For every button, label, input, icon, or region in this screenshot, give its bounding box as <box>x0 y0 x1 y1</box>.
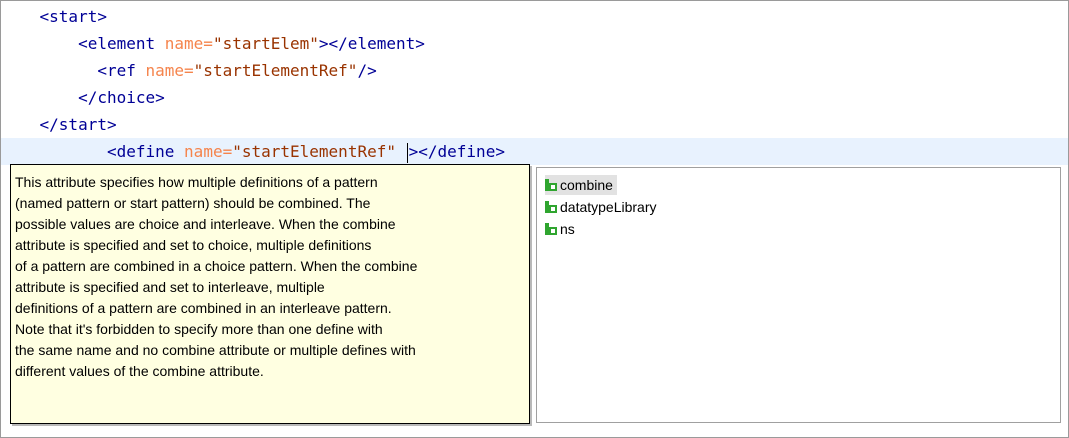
xml-attribute-name: name= <box>164 34 213 53</box>
xml-tag: <start> <box>39 7 107 26</box>
attribute-icon <box>545 201 557 213</box>
xml-tag: /> <box>357 61 377 80</box>
tooltip-text: different values of the combine attribut… <box>15 363 264 379</box>
code-line: </start> <box>1 111 1068 138</box>
code-line: <element name="startElem"></element> <box>1 30 1068 57</box>
xml-editor[interactable]: <start> <element name="startElem"></elem… <box>0 0 1069 438</box>
proposal-datatypelibrary[interactable]: datatypeLibrary <box>545 197 661 217</box>
xml-tag: <element <box>78 34 156 53</box>
xml-tag: <ref <box>97 61 136 80</box>
tooltip-text: the same name and no combine attribute o… <box>15 342 416 358</box>
proposal-ns[interactable]: ns <box>545 219 579 239</box>
xml-attribute-value: "startElem" <box>212 34 319 53</box>
xml-tag: </start> <box>39 115 117 134</box>
code-line: <ref name="startElementRef"/> <box>1 57 1068 84</box>
tooltip-text: attribute is specified and set to choice… <box>15 237 372 253</box>
tooltip-text: of a pattern are combined in a choice pa… <box>15 258 418 274</box>
code-line: <start> <box>1 3 1068 30</box>
documentation-tooltip: This attribute specifies how multiple de… <box>10 164 530 424</box>
attribute-icon <box>545 179 557 191</box>
tooltip-text: (named pattern or start pattern) should … <box>15 195 371 211</box>
tooltip-text: possible values are choice and interleav… <box>15 216 396 232</box>
proposal-label: ns <box>560 221 575 237</box>
proposal-label: datatypeLibrary <box>560 199 657 215</box>
xml-tag: <define <box>106 142 175 161</box>
xml-attribute-value: "startElementRef" <box>193 61 358 80</box>
attribute-icon <box>545 223 557 235</box>
tooltip-text: attribute is specified and set to interl… <box>15 279 325 295</box>
proposal-label: combine <box>560 177 613 193</box>
xml-attribute-value: "startElementRef" <box>232 142 396 161</box>
text-caret <box>406 142 408 163</box>
xml-attribute-name: name= <box>184 142 233 161</box>
xml-tag: ></define> <box>408 142 505 161</box>
tooltip-text: definitions of a pattern are combined in… <box>15 300 392 316</box>
proposal-combine[interactable]: combine <box>545 175 617 195</box>
xml-attribute-name: name= <box>145 61 194 80</box>
tooltip-text: This attribute specifies how multiple de… <box>15 174 378 190</box>
code-line: </choice> <box>1 84 1068 111</box>
content-completion-list[interactable]: combine datatypeLibrary ns <box>536 167 1061 423</box>
xml-tag: ></element> <box>318 34 425 53</box>
xml-tag: </choice> <box>78 88 165 107</box>
current-code-line: <define name="startElementRef" ></define… <box>1 138 1068 165</box>
tooltip-text: Note that it's forbidden to specify more… <box>15 321 383 337</box>
